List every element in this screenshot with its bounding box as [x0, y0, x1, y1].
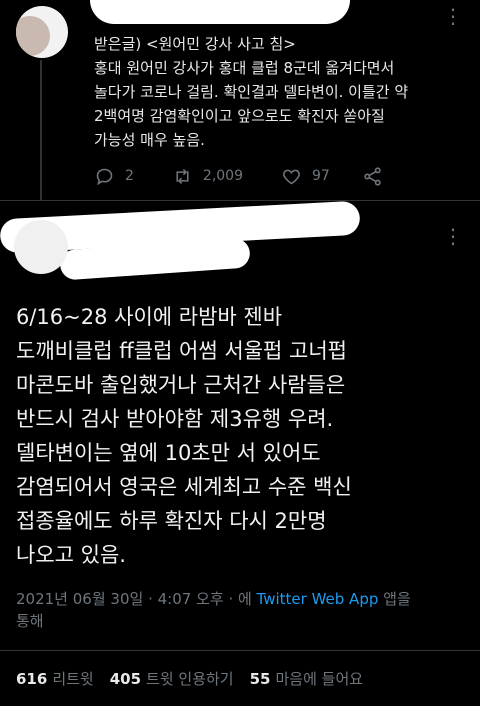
retweet-icon — [176, 168, 189, 184]
likes-stat[interactable]: 55 마음에 들어요 — [250, 668, 363, 689]
tweet-line: 마콘도바 출입했거나 근처간 사람들은 — [16, 373, 346, 397]
reply-icon — [96, 168, 113, 185]
quotes-count: 405 — [109, 670, 142, 688]
tweet-line: 감염되어서 영국은 세계최고 수준 백신 — [16, 475, 352, 499]
likes-label: 마음에 들어요 — [275, 670, 364, 688]
avatar[interactable] — [14, 220, 68, 274]
tweet-meta: 2021년 06월 30일 · 4:07 오후 · 에 Twitter Web … — [16, 588, 466, 632]
quotes-stat[interactable]: 405 트윗 인용하기 — [110, 668, 234, 689]
quotes-label: 트윗 인용하기 — [146, 670, 234, 688]
more-icon[interactable]: ⋮ — [443, 224, 464, 248]
tweet-date[interactable]: 2021년 06월 30일 — [16, 590, 143, 608]
retweets-count: 616 — [16, 670, 48, 688]
tweet-line: 나오고 있음. — [16, 543, 126, 567]
tweet-text: 받은글) <원어민 강사 사고 침> 홍대 원어민 강사가 홍대 클럽 8군데 … — [94, 32, 454, 152]
tweet-line: 델타변이는 옆에 10초만 서 있어도 — [16, 441, 321, 465]
meta-separator: · 에 — [223, 590, 257, 608]
redaction-scribble-top — [90, 0, 350, 24]
like-button[interactable]: 97 — [281, 166, 330, 187]
source-link[interactable]: Twitter Web App — [257, 590, 379, 608]
tweet-line: 반드시 검사 받아야함 제3유행 우려. — [16, 407, 334, 431]
thread-line — [40, 60, 42, 200]
tweet-line: 2백여명 감염확인이고 앞으로도 확진자 쏟아질 — [94, 107, 385, 125]
likes-count: 55 — [249, 670, 271, 688]
tweet-text: 6/16~28 사이에 라밤바 젠바 도깨비클럽 ff클럽 어썸 서울펍 고너펍… — [16, 300, 466, 572]
retweet-count: 2,009 — [202, 168, 244, 184]
share-icon — [364, 166, 381, 186]
tweet-line: 접종율에도 하루 확진자 다시 2만명 — [16, 509, 327, 533]
tweet-line: 가능성 매우 높음. — [94, 131, 205, 149]
share-button[interactable] — [362, 166, 393, 187]
retweets-label: 리트윗 — [52, 670, 94, 688]
divider — [0, 200, 480, 201]
tweet-time[interactable]: 4:07 오후 — [158, 590, 224, 608]
source-suffix: 앱을 — [378, 590, 411, 608]
divider — [0, 650, 480, 651]
retweets-stat[interactable]: 616 리트윗 — [16, 668, 94, 689]
reply-button[interactable]: 2 — [94, 166, 134, 187]
tweet-line: 놀다가 코로나 걸림. 확인결과 델타변이. 이틀간 약 — [94, 83, 409, 101]
tweet-stats: 616 리트윗 405 트윗 인용하기 55 마음에 들어요 — [16, 668, 379, 689]
tweet-line: 홍대 원어민 강사가 홍대 클럽 8군데 옮겨다면서 — [94, 59, 395, 77]
like-icon — [283, 169, 300, 184]
tweet-line: 6/16~28 사이에 라밤바 젠바 — [16, 305, 283, 329]
reply-count: 2 — [125, 168, 134, 184]
tweet-actions: 2 2,009 97 — [94, 163, 434, 189]
tweet-line: 받은글) <원어민 강사 사고 침> — [94, 35, 296, 53]
source-suffix-line2: 통해 — [16, 612, 44, 630]
avatar[interactable] — [16, 6, 68, 58]
meta-separator: · — [143, 590, 158, 608]
more-icon[interactable]: ⋮ — [443, 4, 464, 28]
like-count: 97 — [312, 168, 330, 184]
tweet-line: 도깨비클럽 ff클럽 어썸 서울펍 고너펍 — [16, 339, 347, 363]
retweet-button[interactable]: 2,009 — [172, 166, 243, 187]
